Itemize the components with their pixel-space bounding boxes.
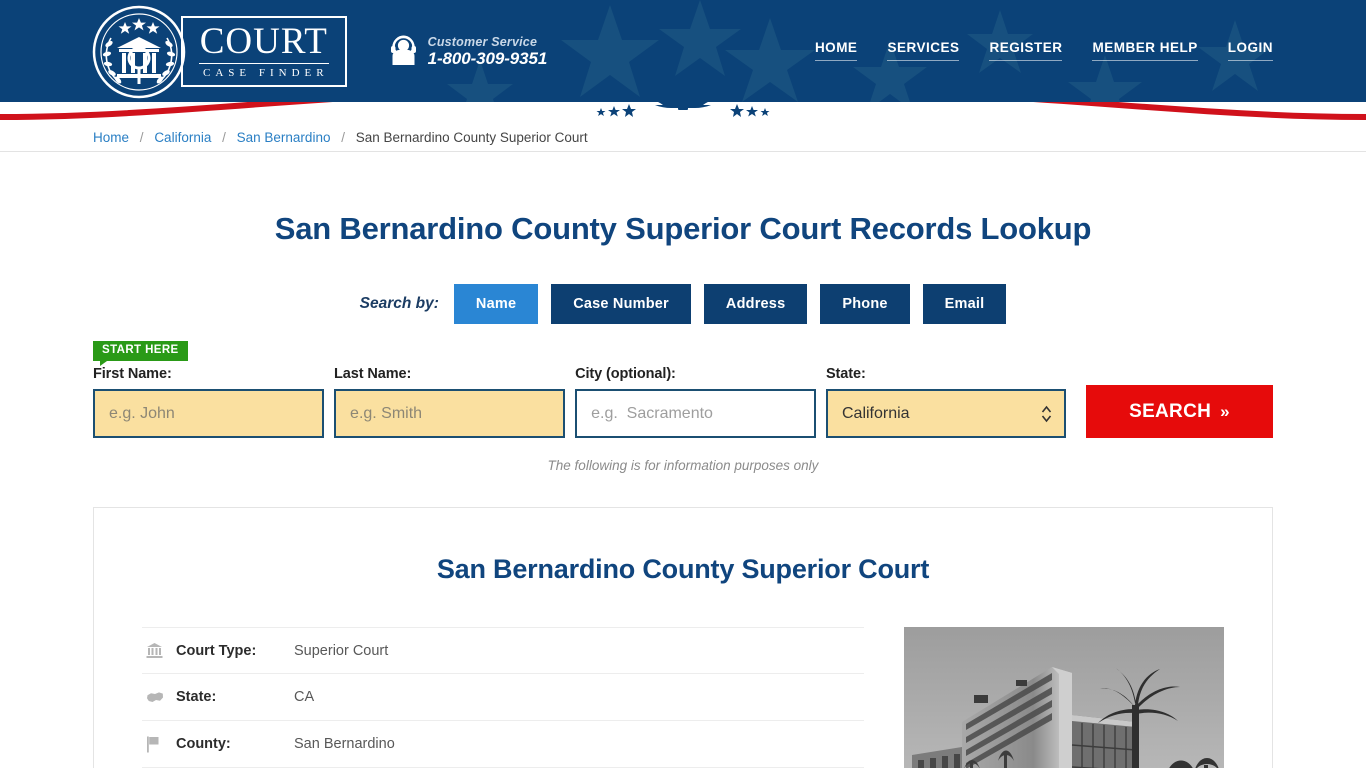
breadcrumb-separator: / xyxy=(341,130,345,145)
breadcrumb-item-current: San Bernardino County Superior Court xyxy=(355,130,588,145)
nav-register[interactable]: REGISTER xyxy=(989,40,1063,61)
court-name-title: San Bernardino County Superior Court xyxy=(436,554,930,584)
spec-value: San Bernardino xyxy=(294,736,395,752)
last-name-input[interactable] xyxy=(334,389,566,438)
breadcrumb-item-home[interactable]: Home xyxy=(93,130,129,145)
state-field-group: State: California xyxy=(825,366,1066,438)
nav-login[interactable]: LOGIN xyxy=(1227,40,1273,61)
logo-wordmark: COURT CASE FINDER xyxy=(181,16,347,87)
table-row: County: San Bernardino xyxy=(142,721,864,768)
search-button-label: SEARCH xyxy=(1129,400,1212,422)
court-emblem-icon xyxy=(92,5,186,98)
city-field-group: City (optional): xyxy=(575,366,816,438)
bank-icon xyxy=(146,642,176,659)
disclaimer-text: The following is for information purpose… xyxy=(547,458,819,473)
court-info-card: San Bernardino County Superior Court Cou… xyxy=(93,507,1273,768)
first-name-field-group: First Name: xyxy=(93,366,325,438)
state-label: State: xyxy=(825,366,866,382)
customer-service-block: Customer Service 1-800-309-9351 xyxy=(389,34,548,69)
page-title: San Bernardino County Superior Court Rec… xyxy=(274,211,1092,246)
nav-member-help[interactable]: MEMBER HELP xyxy=(1092,40,1198,61)
site-header: COURT CASE FINDER Customer Service 1-800… xyxy=(0,0,1366,103)
tab-case-number[interactable]: Case Number xyxy=(551,284,691,324)
headset-support-icon xyxy=(390,35,416,66)
spec-value: Superior Court xyxy=(294,642,389,659)
state-select[interactable]: California xyxy=(825,389,1066,438)
breadcrumb-separator: / xyxy=(222,130,226,145)
logo-tagline: CASE FINDER xyxy=(203,67,329,79)
patriotic-wave-divider xyxy=(0,102,1366,124)
breadcrumb-separator: / xyxy=(139,130,144,145)
city-label: City (optional): xyxy=(575,366,676,382)
nav-services[interactable]: SERVICES xyxy=(887,40,960,61)
search-button[interactable]: SEARCH » xyxy=(1085,385,1273,438)
spec-key: County: xyxy=(176,736,231,752)
last-name-label: Last Name: xyxy=(334,366,412,382)
main-nav: HOME SERVICES REGISTER MEMBER HELP LOGIN xyxy=(814,40,1273,63)
spec-value: CA xyxy=(294,689,315,705)
spec-key: State: xyxy=(176,689,217,705)
customer-service-phone[interactable]: 1-800-309-9351 xyxy=(428,49,548,69)
courthouse-photo-graphic xyxy=(904,627,1224,768)
site-logo[interactable]: COURT CASE FINDER xyxy=(91,4,347,100)
logo-word: COURT xyxy=(199,21,329,64)
spec-key: Court Type: xyxy=(176,642,257,659)
double-chevron-right-icon: » xyxy=(1220,401,1230,421)
table-row: Court Type: Superior Court xyxy=(142,627,864,674)
breadcrumb-item-california[interactable]: California xyxy=(154,130,211,145)
tab-email[interactable]: Email xyxy=(922,284,1007,324)
search-form: START HERE First Name: Last Name: City (… xyxy=(93,341,1273,438)
nav-home[interactable]: HOME xyxy=(814,40,858,61)
search-by-label: Search by: xyxy=(359,295,439,312)
start-here-badge: START HERE xyxy=(93,341,188,365)
breadcrumb: Home / California / San Bernardino / San… xyxy=(93,124,1273,152)
wave-graphic xyxy=(0,102,1366,124)
search-by-tabs: Search by: Name Case Number Address Phon… xyxy=(93,284,1273,324)
court-spec-table: Court Type: Superior Court State: CA Cou… xyxy=(142,627,864,768)
main-content: San Bernardino County Superior Court Rec… xyxy=(93,211,1273,768)
last-name-field-group: Last Name: xyxy=(334,366,566,438)
tab-phone[interactable]: Phone xyxy=(820,284,910,324)
courthouse-photo xyxy=(904,627,1224,768)
customer-service-label: Customer Service xyxy=(427,34,538,49)
tab-address[interactable]: Address xyxy=(703,284,808,324)
breadcrumb-bar: Home / California / San Bernardino / San… xyxy=(0,124,1366,152)
us-map-icon xyxy=(146,691,176,704)
flag-icon xyxy=(146,736,176,753)
first-name-label: First Name: xyxy=(93,366,172,382)
table-row: State: CA xyxy=(142,674,864,721)
first-name-input[interactable] xyxy=(93,389,325,438)
breadcrumb-item-san-bernardino[interactable]: San Bernardino xyxy=(237,130,331,145)
city-input[interactable] xyxy=(575,389,816,438)
tab-name[interactable]: Name xyxy=(453,284,539,324)
